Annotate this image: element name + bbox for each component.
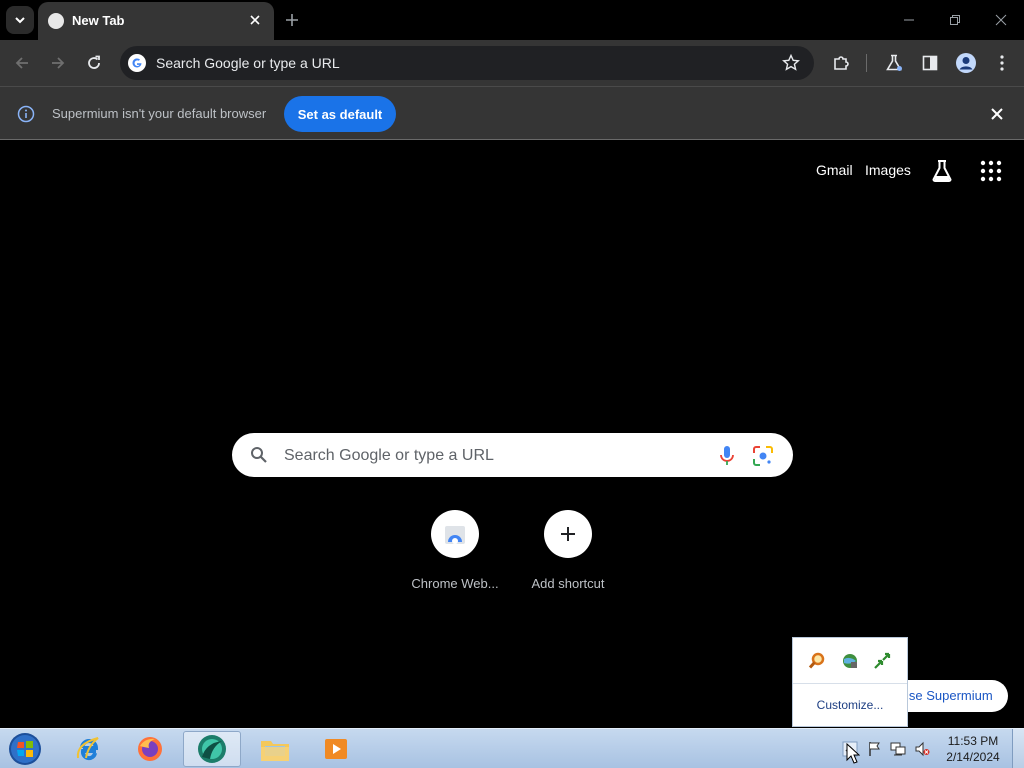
taskbar-clock[interactable]: 11:53 PM 2/14/2024 (940, 733, 1006, 765)
arrows-tray-icon[interactable] (873, 652, 891, 670)
tab-title: New Tab (72, 13, 125, 28)
shortcut-tile (544, 510, 592, 558)
search-labs-icon[interactable] (930, 159, 954, 183)
network-globe-tray-icon[interactable] (841, 652, 859, 670)
browser-titlebar: New Tab (0, 0, 1024, 40)
puzzle-icon (834, 56, 849, 70)
infobar-message: Supermium isn't your default browser (52, 106, 267, 121)
profile-button[interactable] (954, 51, 978, 75)
microphone-icon[interactable] (718, 445, 736, 467)
shortcut-label: Chrome Web... (411, 576, 499, 591)
action-center-flag-icon[interactable] (867, 741, 883, 757)
tab-new-tab[interactable]: New Tab (38, 2, 274, 40)
desktop: New Tab Search Google or type a URL Supe… (0, 0, 1024, 768)
plus-icon (286, 14, 298, 26)
supermium-icon (198, 735, 226, 763)
browser-toolbar: Search Google or type a URL (0, 40, 1024, 86)
ntp-search-box[interactable]: Search Google or type a URL (232, 433, 793, 477)
close-icon (991, 108, 1003, 120)
minimize-button[interactable] (897, 8, 921, 32)
info-icon (17, 105, 35, 123)
search-icon (251, 447, 267, 463)
default-browser-infobar: Supermium isn't your default browser Set… (0, 86, 1024, 140)
close-icon (995, 14, 1007, 26)
tray-customize-link[interactable]: Customize... (793, 698, 907, 712)
taskbar-firefox[interactable] (121, 731, 179, 767)
folder-icon (261, 741, 289, 761)
kebab-menu-icon (1000, 55, 1004, 71)
tray-overflow-popup: Customize... (792, 637, 908, 727)
tab-favicon-icon (48, 13, 64, 29)
clock-time: 11:53 PM (947, 734, 999, 748)
volume-muted-icon[interactable] (914, 741, 930, 757)
taskbar-explorer[interactable] (246, 731, 304, 767)
avatar-icon (956, 53, 976, 73)
flask-icon (886, 54, 902, 71)
network-icon[interactable] (890, 741, 906, 757)
shortcut-tile (431, 510, 479, 558)
extensions-button[interactable] (829, 51, 853, 75)
taskbar-supermium[interactable] (183, 731, 241, 767)
chrome-web-store-icon (445, 526, 465, 544)
arrow-left-icon (15, 57, 28, 69)
clock-date: 2/14/2024 (946, 750, 1000, 764)
plus-icon (561, 527, 575, 541)
labs-button[interactable] (882, 51, 906, 75)
minimize-icon (904, 19, 914, 21)
mouse-cursor-icon (846, 743, 860, 764)
menu-button[interactable] (990, 51, 1014, 75)
window-close-button[interactable] (989, 8, 1013, 32)
taskbar: 11:53 PM 2/14/2024 (0, 728, 1024, 768)
side-panel-button[interactable] (918, 51, 942, 75)
arrow-right-icon (52, 57, 65, 69)
show-desktop-button[interactable] (1012, 729, 1024, 768)
bookmark-star-icon[interactable] (782, 54, 800, 72)
ntp-search-placeholder: Search Google or type a URL (284, 447, 494, 464)
toolbar-divider (866, 54, 867, 72)
gmail-link[interactable]: Gmail (816, 162, 853, 178)
shortcut-label: Add shortcut (531, 576, 605, 591)
reload-icon (88, 55, 100, 69)
images-link[interactable]: Images (865, 162, 911, 178)
google-lens-icon[interactable] (752, 445, 774, 467)
omnibox[interactable]: Search Google or type a URL (120, 46, 814, 80)
restore-button[interactable] (943, 8, 967, 32)
firefox-icon (138, 737, 162, 761)
tray-overflow-icons (793, 638, 907, 684)
omnibox-text: Search Google or type a URL (156, 55, 340, 71)
chevron-down-icon (15, 17, 25, 24)
start-orb-icon[interactable] (6, 731, 44, 767)
magnifier-tray-icon[interactable] (808, 652, 826, 670)
shortcut-add[interactable]: Add shortcut (512, 510, 624, 600)
set-as-default-button[interactable]: Set as default (284, 96, 396, 132)
back-button[interactable] (10, 51, 34, 75)
taskbar-internet-explorer[interactable] (60, 731, 118, 767)
tab-close-button[interactable] (246, 11, 264, 29)
infobar-close-button[interactable] (987, 104, 1007, 124)
tab-search-button[interactable] (6, 6, 34, 34)
shortcut-chrome-web-store[interactable]: Chrome Web... (399, 510, 511, 600)
side-panel-icon (922, 55, 938, 71)
close-icon (250, 15, 260, 25)
restore-icon (950, 15, 960, 25)
new-tab-button[interactable] (282, 10, 302, 30)
internet-explorer-icon (76, 737, 99, 761)
forward-button[interactable] (46, 51, 70, 75)
customise-label: ise Supermium (906, 688, 993, 703)
media-player-icon (325, 739, 347, 759)
taskbar-media-player[interactable] (307, 731, 365, 767)
apps-grid-icon[interactable] (979, 159, 1003, 183)
google-g-icon (128, 54, 146, 72)
reload-button[interactable] (82, 51, 106, 75)
